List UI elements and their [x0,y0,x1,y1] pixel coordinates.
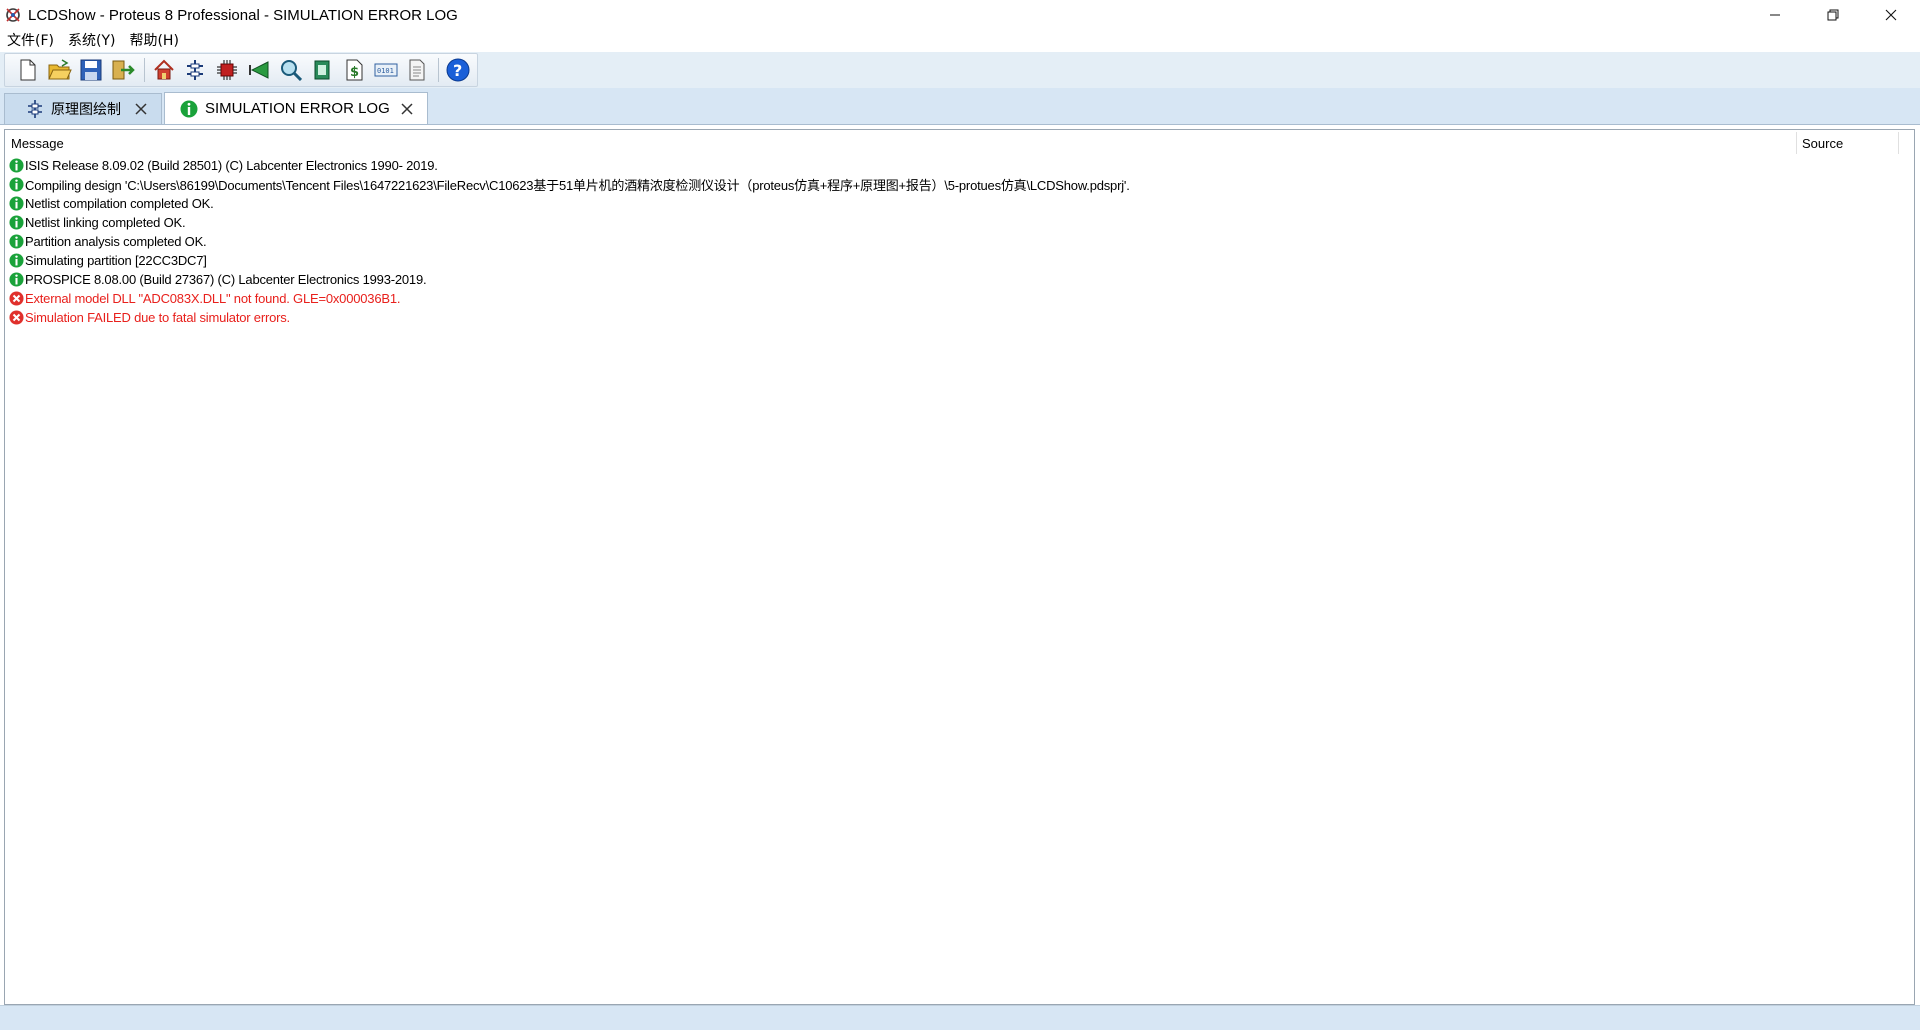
svg-text:?: ? [453,61,462,80]
error-icon [8,291,24,307]
main-toolbar: $ 0101 ? [4,53,478,87]
status-bar [0,1005,1920,1030]
restore-button[interactable] [1804,0,1862,30]
menu-system[interactable]: 系统(Y) [61,30,122,52]
simulation-graph-icon[interactable] [246,57,272,83]
log-message: PROSPICE 8.08.00 (Build 27367) (C) Labce… [25,272,427,287]
toolbar-separator [143,58,145,82]
window-controls [1746,0,1920,30]
close-icon[interactable] [397,99,417,119]
column-divider[interactable] [1898,132,1899,154]
log-message: Netlist compilation completed OK. [25,196,214,211]
toolbar-row: $ 0101 ? [0,52,1920,88]
log-row[interactable]: ISIS Release 8.09.02 (Build 28501) (C) L… [8,156,1914,175]
proteus-window: LCDShow - Proteus 8 Professional - SIMUL… [0,0,1920,1030]
title-bar: LCDShow - Proteus 8 Professional - SIMUL… [0,0,1920,30]
schematic-icon [25,99,45,119]
notes-icon[interactable] [405,57,431,83]
menu-bar: 文件(F) 系统(Y) 帮助(H) [0,30,1920,52]
log-row-error[interactable]: External model DLL "ADC083X.DLL" not fou… [8,289,1914,308]
column-header-message[interactable]: Message [11,136,64,151]
log-row-error[interactable]: Simulation FAILED due to fatal simulator… [8,308,1914,327]
document-tabs: 原理图绘制 SIMULATION ERROR LOG [0,88,1920,125]
save-project-icon[interactable] [78,57,104,83]
close-project-icon[interactable] [110,57,136,83]
error-icon [8,310,24,326]
menu-file[interactable]: 文件(F) [0,30,61,52]
info-icon [8,215,24,231]
info-icon [8,158,24,174]
close-icon[interactable] [131,99,151,119]
log-message: Netlist linking completed OK. [25,215,186,230]
tab-schematic[interactable]: 原理图绘制 [4,93,162,124]
pcb-layout-icon[interactable] [214,57,240,83]
svg-text:0101: 0101 [377,67,394,75]
simulation-log-list[interactable]: Message Source ISIS Release 8.09.02 (Bui… [4,129,1915,1005]
log-rows: ISIS Release 8.09.02 (Build 28501) (C) L… [8,156,1914,327]
info-icon [8,272,24,288]
log-message: Simulating partition [22CC3DC7] [25,253,207,268]
log-row[interactable]: PROSPICE 8.08.00 (Build 27367) (C) Labce… [8,270,1914,289]
source-code-icon[interactable]: 0101 [373,57,399,83]
cost-icon[interactable]: $ [341,57,367,83]
column-divider[interactable] [1796,132,1797,154]
log-message: Compiling design 'C:\Users\86199\Documen… [25,178,1130,193]
info-icon [8,253,24,269]
log-header: Message Source [5,130,1914,156]
tab-simulation-error-log-label: SIMULATION ERROR LOG [205,100,390,117]
log-row[interactable]: Partition analysis completed OK. [8,232,1914,251]
schematic-capture-icon[interactable] [183,57,209,83]
info-icon [8,234,24,250]
toolbar-separator [438,58,440,82]
design-explorer-icon[interactable] [278,57,304,83]
log-message: Partition analysis completed OK. [25,234,207,249]
log-row[interactable]: Compiling design 'C:\Users\86199\Documen… [8,175,1914,194]
column-header-source[interactable]: Source [1802,136,1843,151]
open-project-icon[interactable] [47,57,73,83]
log-row[interactable]: Netlist compilation completed OK. [8,194,1914,213]
help-icon[interactable]: ? [445,57,471,83]
log-message: ISIS Release 8.09.02 (Build 28501) (C) L… [25,158,438,173]
window-title: LCDShow - Proteus 8 Professional - SIMUL… [28,6,458,24]
proteus-app-icon[interactable] [4,6,22,24]
info-icon [8,177,24,193]
info-icon [8,196,24,212]
log-row[interactable]: Netlist linking completed OK. [8,213,1914,232]
minimize-button[interactable] [1746,0,1804,30]
tab-simulation-error-log[interactable]: SIMULATION ERROR LOG [164,92,428,124]
tab-schematic-label: 原理图绘制 [51,102,121,118]
log-message: External model DLL "ADC083X.DLL" not fou… [25,291,401,306]
info-icon [179,99,199,119]
home-icon[interactable] [151,57,177,83]
bill-of-materials-icon[interactable] [309,57,335,83]
log-message: Simulation FAILED due to fatal simulator… [25,310,290,325]
menu-help[interactable]: 帮助(H) [122,30,185,52]
svg-text:$: $ [350,65,359,80]
log-row[interactable]: Simulating partition [22CC3DC7] [8,251,1914,270]
close-button[interactable] [1862,0,1920,30]
new-project-icon[interactable] [15,57,41,83]
